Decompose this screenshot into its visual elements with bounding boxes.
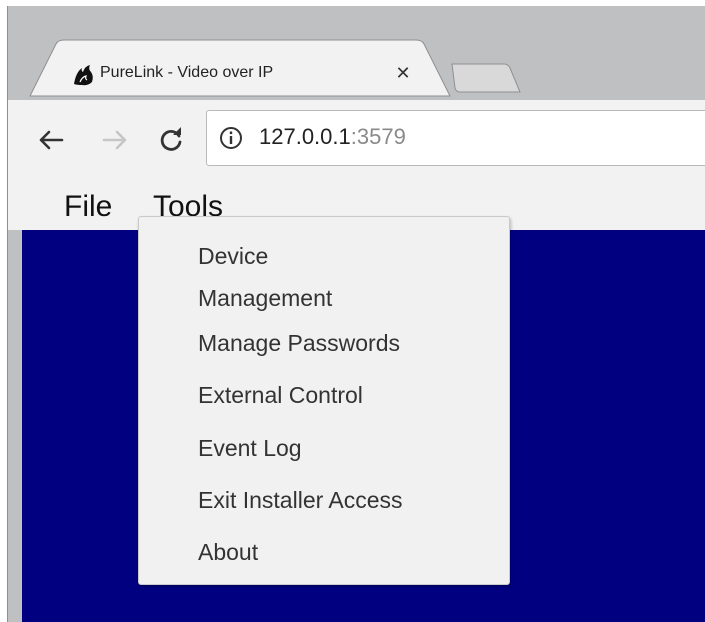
menu-item-event-log[interactable]: Event Log: [198, 431, 302, 465]
url-host: 127.0.0.1: [259, 124, 351, 149]
menu-item-label-line1: Device: [198, 243, 269, 269]
menu-item-exit-installer-access[interactable]: Exit Installer Access: [198, 483, 403, 517]
tab-shapes: [29, 39, 521, 97]
url-port: :3579: [350, 124, 406, 149]
menu-file[interactable]: File: [64, 190, 112, 224]
url-text[interactable]: 127.0.0.1:3579: [259, 124, 406, 150]
tab-title[interactable]: PureLink - Video over IP: [100, 64, 273, 82]
info-icon[interactable]: [219, 126, 243, 155]
browser-toolbar: 127.0.0.1:3579: [8, 100, 705, 182]
back-arrow-icon[interactable]: [34, 123, 68, 157]
menu-item-label-line2: Management: [198, 285, 333, 311]
menu-item-device-management[interactable]: Device Management: [198, 235, 332, 319]
tab-strip: PureLink - Video over IP ✕: [8, 6, 705, 98]
new-tab-button[interactable]: [451, 63, 521, 93]
tab-close-icon[interactable]: ✕: [392, 62, 414, 84]
forward-arrow-icon[interactable]: [98, 123, 132, 157]
reload-icon[interactable]: [154, 123, 188, 157]
tools-dropdown-menu: Device Management Manage Passwords Exter…: [138, 216, 510, 585]
menu-item-about[interactable]: About: [198, 535, 258, 569]
purelink-logo-icon: [70, 62, 96, 88]
menu-item-manage-passwords[interactable]: Manage Passwords: [198, 326, 400, 360]
menu-item-external-control[interactable]: External Control: [198, 378, 363, 412]
address-bar[interactable]: 127.0.0.1:3579: [206, 110, 705, 166]
